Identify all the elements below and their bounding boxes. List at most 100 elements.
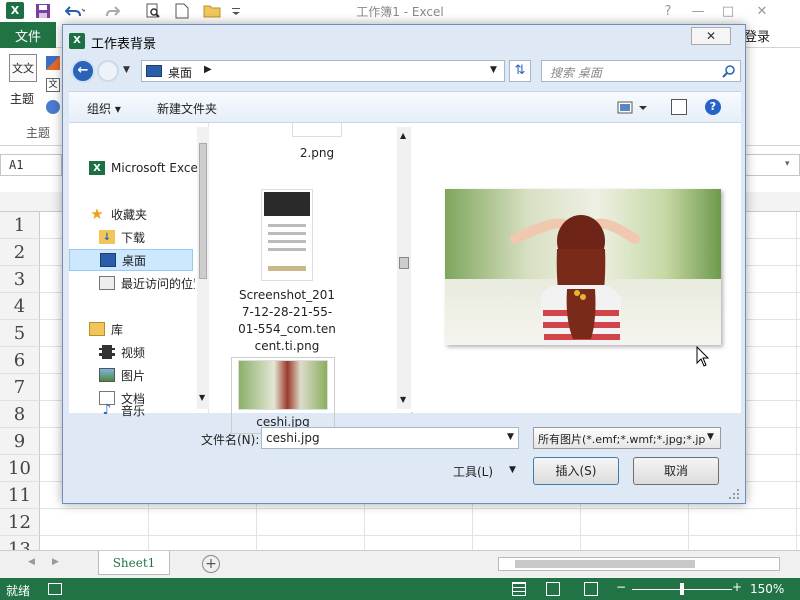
sheet-tab[interactable]: Sheet1 xyxy=(98,551,170,575)
dialog-close-button[interactable]: ✕ xyxy=(691,27,731,45)
nav-item-libraries[interactable]: 库 xyxy=(69,318,207,340)
file-type-select[interactable]: 所有图片(*.emf;*.wmf;*.jpg;*.jp xyxy=(533,427,721,449)
file-item-selected[interactable]: ceshi.jpg xyxy=(231,357,335,434)
nav-item-recent[interactable]: 最近访问的位置 xyxy=(69,272,195,294)
tools-dropdown-icon[interactable]: ▼ xyxy=(509,465,516,475)
back-button[interactable]: ← xyxy=(71,59,95,83)
pictures-icon xyxy=(99,368,115,382)
nav-item-excel[interactable]: X Microsoft Excel xyxy=(69,157,207,179)
row-header[interactable]: 11 xyxy=(0,482,40,509)
nav-item-downloads[interactable]: ↓ 下载 xyxy=(69,226,207,248)
prev-sheet-icon[interactable]: ◀ xyxy=(28,557,35,567)
restore-button[interactable]: □ xyxy=(714,0,742,22)
preview-pane-button[interactable] xyxy=(671,99,687,115)
nav-item-favorites[interactable]: ★ 收藏夹 xyxy=(69,203,207,225)
nav-item-desktop[interactable]: 桌面 xyxy=(69,249,193,271)
music-icon: ♪ xyxy=(102,402,112,418)
change-view-button[interactable] xyxy=(617,100,649,116)
new-folder-button[interactable]: 新建文件夹 xyxy=(157,100,217,117)
file-name-line: 7-12-28-21-55- xyxy=(241,305,333,319)
help-button[interactable]: ? xyxy=(654,0,682,22)
star-icon: ★ xyxy=(90,205,104,223)
address-dropdown-icon[interactable]: ▼ xyxy=(490,65,497,75)
row-header[interactable]: 6 xyxy=(0,347,40,374)
print-preview-icon[interactable] xyxy=(144,2,162,20)
file-tab[interactable]: 文件 xyxy=(0,22,56,48)
file-scrollbar-thumb[interactable] xyxy=(399,257,409,269)
row-header[interactable]: 7 xyxy=(0,374,40,401)
sheet-tab-bar: ◀ ▶ Sheet1 + xyxy=(0,550,800,578)
gridline xyxy=(40,508,800,509)
forward-button[interactable] xyxy=(97,60,119,82)
effects-icon[interactable] xyxy=(46,100,60,114)
customize-quick-access-icon[interactable] xyxy=(230,2,242,20)
row-header[interactable]: 1 xyxy=(0,212,40,239)
zoom-in-icon[interactable]: + xyxy=(732,580,742,594)
organize-button[interactable]: 组织 ▾ xyxy=(87,100,121,117)
breadcrumb-arrow-icon[interactable]: ▶ xyxy=(204,64,212,75)
redo-icon[interactable] xyxy=(104,2,126,20)
nav-item-pictures[interactable]: 图片 xyxy=(69,364,207,386)
dialog-body: X Microsoft Excel ★ 收藏夹 ↓ 下载 桌面 最近访问的位置 xyxy=(69,123,741,434)
search-icon[interactable] xyxy=(722,64,736,78)
address-path[interactable]: 桌面 xyxy=(168,64,192,81)
save-icon[interactable] xyxy=(34,2,52,20)
macro-record-icon[interactable] xyxy=(48,583,62,595)
dialog-title-bar: X 工作表背景 ✕ xyxy=(63,25,745,55)
zoom-out-icon[interactable]: − xyxy=(616,580,626,594)
nav-pane-scrollbar[interactable]: ▼ xyxy=(197,127,209,409)
zoom-slider-knob[interactable] xyxy=(680,583,684,595)
row-header[interactable]: 9 xyxy=(0,428,40,455)
nav-item-label: Microsoft Excel xyxy=(111,161,202,175)
scroll-down-icon[interactable]: ▼ xyxy=(199,393,205,402)
scroll-down-icon[interactable]: ▼ xyxy=(400,395,406,404)
row-header[interactable]: 5 xyxy=(0,320,40,347)
address-bar[interactable]: 桌面 ▶ ▼ xyxy=(141,60,505,82)
recent-places-icon xyxy=(99,276,115,290)
close-button[interactable]: ✕ xyxy=(748,0,776,22)
minimize-button[interactable]: — xyxy=(684,0,712,22)
name-box[interactable]: A1 xyxy=(0,154,62,176)
add-sheet-button[interactable]: + xyxy=(202,555,220,573)
scrollbar-thumb[interactable] xyxy=(515,560,695,568)
new-file-icon[interactable] xyxy=(174,2,190,20)
row-header[interactable]: 2 xyxy=(0,239,40,266)
resize-grip-icon[interactable] xyxy=(727,487,741,501)
navigation-pane: X Microsoft Excel ★ 收藏夹 ↓ 下载 桌面 最近访问的位置 xyxy=(69,123,209,418)
row-header[interactable]: 10 xyxy=(0,455,40,482)
undo-icon[interactable] xyxy=(64,2,86,20)
colors-icon[interactable] xyxy=(46,56,60,70)
row-header[interactable]: 3 xyxy=(0,266,40,293)
row-header[interactable]: 12 xyxy=(0,509,40,536)
help-icon[interactable]: ? xyxy=(705,99,721,115)
horizontal-scrollbar[interactable] xyxy=(498,557,780,571)
row-header[interactable]: 8 xyxy=(0,401,40,428)
search-input[interactable]: 搜索 桌面 xyxy=(541,60,741,82)
row-header[interactable]: 4 xyxy=(0,293,40,320)
next-sheet-icon[interactable]: ▶ xyxy=(52,557,59,567)
recent-locations-icon[interactable]: ▼ xyxy=(123,65,130,75)
tools-button[interactable]: 工具(L) xyxy=(453,463,493,480)
normal-view-icon[interactable] xyxy=(512,582,526,596)
formula-bar[interactable]: ▾ xyxy=(740,154,800,176)
page-break-icon[interactable] xyxy=(584,582,598,596)
cancel-button[interactable]: 取消 xyxy=(633,457,719,485)
formula-expand-icon[interactable]: ▾ xyxy=(785,159,790,169)
file-list-scrollbar[interactable]: ▲ ▼ xyxy=(397,127,411,409)
file-item[interactable]: Screenshot_201 7-12-28-21-55- 01-554_com… xyxy=(227,189,347,355)
refresh-button[interactable]: ⇅ xyxy=(509,60,531,82)
file-type-dropdown-icon[interactable]: ▼ xyxy=(707,432,714,442)
preview-pane xyxy=(413,123,741,413)
file-item[interactable]: 2.png xyxy=(257,123,377,162)
filename-input[interactable]: ceshi.jpg xyxy=(261,427,519,449)
open-folder-icon[interactable] xyxy=(202,2,224,20)
nav-item-videos[interactable]: 视频 xyxy=(69,341,207,363)
fonts-icon[interactable]: 文 xyxy=(46,78,60,92)
insert-button[interactable]: 插入(S) xyxy=(533,457,619,485)
zoom-level[interactable]: 150% xyxy=(750,582,784,596)
page-layout-icon[interactable] xyxy=(546,582,560,596)
login-link[interactable]: 登录 xyxy=(744,26,770,45)
scroll-up-icon[interactable]: ▲ xyxy=(400,131,406,140)
nav-scrollbar-thumb[interactable] xyxy=(199,143,207,279)
filename-dropdown-icon[interactable]: ▼ xyxy=(507,432,514,442)
